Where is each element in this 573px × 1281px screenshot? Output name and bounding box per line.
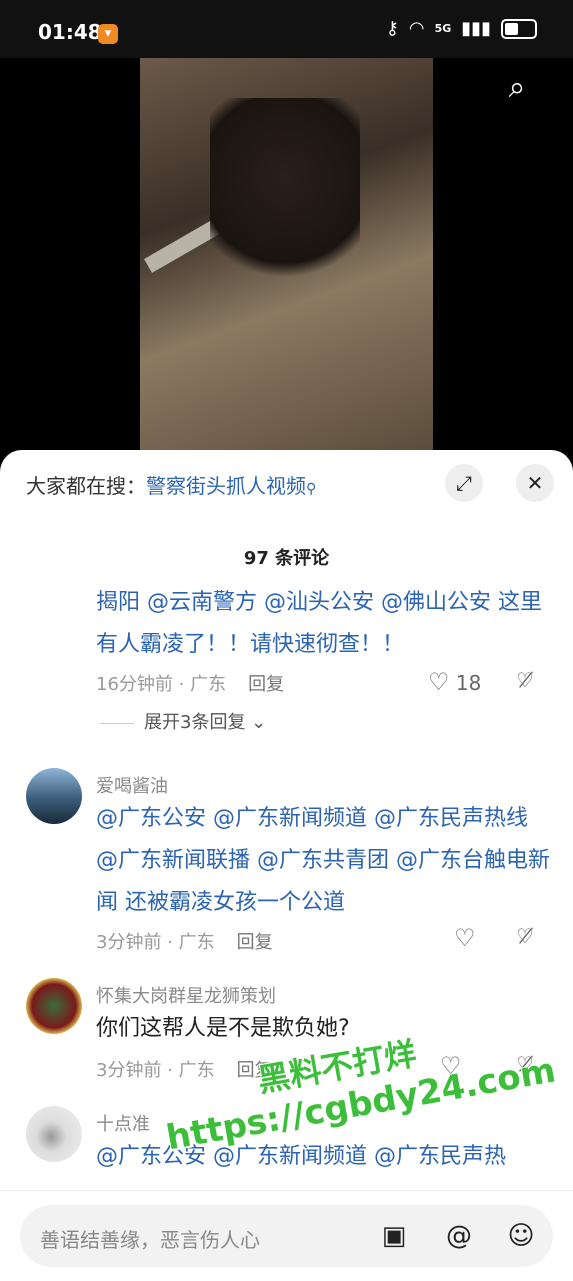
like-count: 18 — [455, 671, 482, 695]
input-placeholder: 善语结善缘，恶言伤人心 — [40, 1228, 260, 1252]
comment-text: @广东公安 @广东新闻频道 @广东民声热 — [96, 1136, 551, 1178]
comment-text: 揭阳 @云南警方 @汕头公安 @佛山公安 这里有人霸凌了！！请快速彻查！！ — [96, 582, 551, 666]
avatar[interactable] — [26, 1106, 82, 1162]
comment-text: @广东公安 @广东新闻频道 @广东民声热线 @广东新闻联播 @广东共青团 @广东… — [96, 798, 551, 924]
app-badge-icon: ▾ — [98, 24, 118, 44]
comment-body: @广东公安 @广东新闻频道 @广东民声热 — [96, 1144, 506, 1169]
emoji-icon[interactable]: ☺ — [502, 1217, 540, 1255]
heart-icon: ♡ — [428, 668, 450, 696]
trending-keyword[interactable]: 警察街头抓人视频 — [146, 474, 306, 498]
reply-button[interactable]: 回复 — [237, 932, 273, 953]
search-icon[interactable]: ⌕ — [499, 70, 535, 106]
clock: 01:48 — [38, 20, 102, 44]
comment-input-bar: 善语结善缘，恶言伤人心 ▣ @ ☺ — [0, 1190, 573, 1281]
network-label: 5G — [434, 22, 452, 35]
trending-search[interactable]: 大家都在搜：警察街头抓人视频⚲ — [26, 470, 316, 499]
expand-icon[interactable]: ⤢ — [445, 464, 483, 502]
heart-icon[interactable]: ♡ — [454, 924, 476, 952]
like-button[interactable]: ♡ 18 — [428, 668, 481, 696]
battery-icon — [501, 18, 537, 39]
wifi-icon: ◠ — [408, 18, 425, 39]
video-frame — [140, 58, 433, 458]
avatar[interactable] — [26, 768, 82, 824]
expand-replies-button[interactable]: 展开3条回复 ⌄ — [100, 708, 266, 734]
trending-prefix: 大家都在搜： — [26, 474, 146, 498]
comment-time: 3分钟前 · 广东 — [96, 932, 215, 953]
reply-button[interactable]: 回复 — [248, 674, 284, 695]
comment-body: 揭阳 @云南警方 @汕头公安 @佛山公安 这里有人霸凌了！！请快速彻查！！ — [96, 590, 542, 657]
image-icon[interactable]: ▣ — [375, 1217, 413, 1255]
status-bar: 01:48 ▾ ⚷ ◠ 5G ▮▮▮ — [0, 0, 573, 58]
key-icon: ⚷ — [385, 18, 399, 39]
dislike-icon[interactable]: ♡̸ — [516, 668, 534, 692]
at-icon[interactable]: @ — [440, 1217, 478, 1255]
signal-icon: ▮▮▮ — [461, 18, 491, 39]
comment-count: 97 条评论 — [243, 548, 330, 569]
comment-body: @广东公安 @广东新闻频道 @广东民声热线 @广东新闻联播 @广东共青团 @广东… — [96, 806, 550, 915]
comment-meta: 3分钟前 · 广东 回复 — [96, 928, 273, 954]
expand-label: 展开3条回复 — [144, 712, 246, 733]
close-icon[interactable]: ✕ — [516, 464, 554, 502]
small-search-icon: ⚲ — [306, 481, 317, 497]
video-player[interactable] — [0, 58, 573, 458]
avatar[interactable] — [26, 978, 82, 1034]
username[interactable]: 爱喝酱油 — [96, 772, 168, 798]
username[interactable]: 怀集大岗群星龙狮策划 — [96, 982, 276, 1008]
comment-input[interactable]: 善语结善缘，恶言伤人心 ▣ @ ☺ — [20, 1205, 553, 1267]
comment-sheet: 大家都在搜：警察街头抓人视频⚲ ⤢ ✕ 97 条评论 揭阳 @云南警方 @汕头公… — [0, 450, 573, 1280]
dislike-icon[interactable]: ♡̸ — [516, 924, 534, 948]
username[interactable]: 十点准 — [96, 1110, 150, 1136]
comment-meta: 16分钟前 · 广东 回复 — [96, 670, 284, 696]
comment-time: 16分钟前 · 广东 — [96, 674, 227, 695]
